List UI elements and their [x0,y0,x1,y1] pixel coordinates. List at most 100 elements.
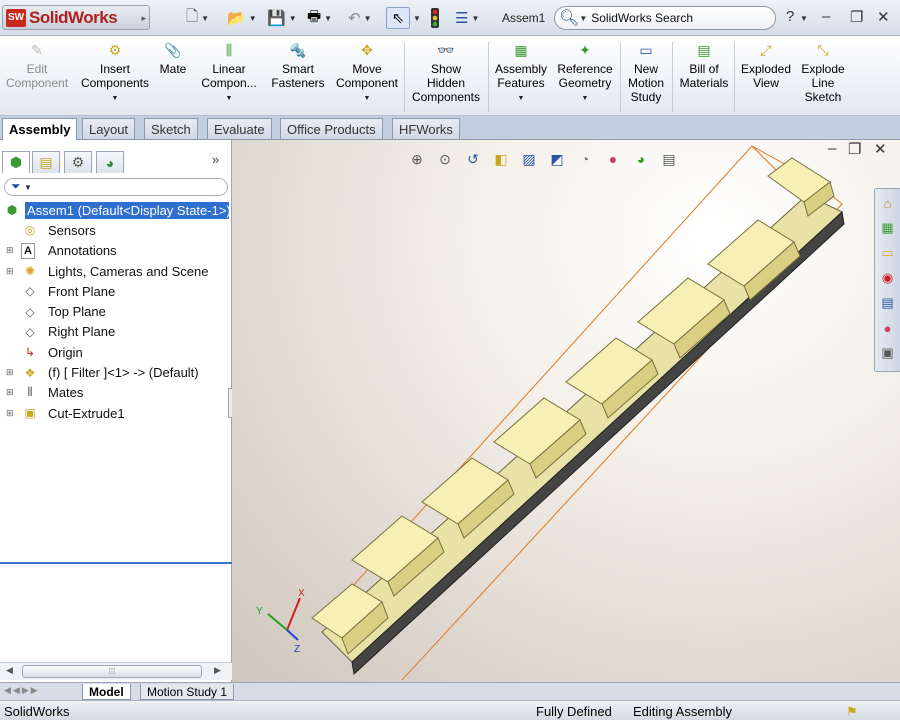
tree-node-origin[interactable]: ↳ Origin [0,342,232,362]
print-button[interactable]: 🖶 ▼ [307,7,332,29]
show-hidden-components-button[interactable]: 👓 Show Hidden Components [410,40,482,104]
new-document-button[interactable]: 🗋 ▼ [186,7,209,29]
tree-node-cut-extrude[interactable]: ⊞ ▣ Cut-Extrude1 [0,403,232,423]
apply-scene-icon[interactable]: ◕ [630,149,652,169]
select-button[interactable]: ⇖ [386,7,410,29]
smart-fasteners-button[interactable]: 🔩 Smart Fasteners [266,40,330,90]
graphics-restore-button[interactable]: ❐ [848,140,861,158]
divider [488,42,489,112]
help-button[interactable]: ? [786,8,794,25]
tab-assembly[interactable]: Assembly [2,118,78,140]
custom-properties-icon[interactable]: ▣ [877,342,899,364]
solidworks-menu-button[interactable]: SW SolidWorks ▸ [2,5,150,30]
insert-components-button[interactable]: ⚙ Insert Components ▼ [76,40,154,106]
assembly-model-view[interactable]: X Y Z [232,140,900,682]
tree-node-top-plane[interactable]: ◇ Top Plane [0,301,232,321]
chevron-down-icon: ▼ [225,95,233,102]
open-document-button[interactable]: 📂 ▼ [227,7,257,29]
tree-node-lights-cameras[interactable]: ⊞ ✺ Lights, Cameras and Scene [0,261,232,281]
tree-node-sensors[interactable]: ◎ Sensors [0,220,232,240]
graphics-area[interactable]: X Y Z ⊕ ⊙ ↺ ◧ ▨ ◩ ◔ ● ◕ ▤ – ❐ ✕ ⌂ ▦ ▭ ◉ … [232,140,900,682]
property-manager-tab[interactable]: ▤ [32,151,60,173]
tab-sketch[interactable]: Sketch [144,118,198,139]
view-orientation-icon[interactable]: ▨ [518,149,540,169]
exploded-view-button[interactable]: ⤢ Exploded View [738,40,794,90]
rebuild-button[interactable] [430,7,440,29]
move-component-button[interactable]: ✥ Move Component ▼ [334,40,400,106]
configuration-manager-tab[interactable]: ⚙ [64,151,92,173]
scroll-right-icon[interactable]: ▶ [214,665,221,676]
chevron-down-icon: ▼ [23,183,32,192]
tab-model[interactable]: Model [82,684,131,700]
feature-manager-panel: ⬢ ▤ ⚙ ◕ » ⏷ ▼ ⬢ Assem1 (Default<Display … [0,140,232,682]
zoom-to-fit-icon[interactable]: ⊕ [406,149,428,169]
tab-evaluate[interactable]: Evaluate [207,118,272,139]
linear-component-pattern-button[interactable]: ⫼ Linear Compon... ▼ [196,40,262,106]
close-button[interactable]: ✕ [877,8,890,26]
chevron-right-icon: ▸ [141,13,146,23]
expand-icon[interactable]: ⊞ [6,367,14,378]
tree-node-filter-component[interactable]: ⊞ ❖ (f) [ Filter ]<1> -> (Default) [0,362,232,382]
hide-show-items-icon[interactable]: ◔ [574,149,596,169]
feature-manager-tab[interactable]: ⬢ [2,151,30,173]
chevron-down-icon: ▼ [201,13,209,23]
expand-panel-icon[interactable]: » [212,152,219,167]
search-results-icon[interactable]: ◉ [877,267,899,289]
tab-navigation-icon[interactable]: ◀◀▶▶ [4,685,40,696]
rollback-bar[interactable] [0,562,232,564]
solidworks-search-input[interactable]: 🔍︎ ▼ SolidWorks Search [554,6,776,30]
tree-node-mates[interactable]: ⊞ ⫴ Mates [0,383,232,403]
restore-button[interactable]: ❐ [850,8,863,26]
tab-hfworks[interactable]: HFWorks [392,118,460,139]
tab-layout[interactable]: Layout [82,118,136,139]
expand-icon[interactable]: ⊞ [6,408,14,419]
section-view-icon[interactable]: ◧ [490,149,512,169]
view-settings-icon[interactable]: ▤ [658,149,680,169]
lights-icon: ✺ [24,264,36,279]
mate-button[interactable]: 📎 Mate [154,40,192,76]
tree-node-assembly[interactable]: ⬢ Assem1 (Default<Display State-1>) [0,200,232,220]
minimize-button[interactable]: – [822,8,830,25]
undo-button[interactable]: ↶ ▼ [348,7,372,29]
file-explorer-icon[interactable]: ▭ [877,242,899,264]
graphics-close-button[interactable]: ✕ [874,140,887,158]
explode-line-sketch-button[interactable]: ⤡ Explode Line Sketch [796,40,850,104]
graphics-minimize-button[interactable]: – [828,140,836,157]
plane-icon: ◇ [25,304,35,319]
edit-appearance-icon[interactable]: ● [602,149,624,169]
tab-office-products[interactable]: Office Products [280,118,383,139]
view-palette-icon[interactable]: ▤ [877,292,899,314]
linear-pattern-icon: ⫼ [225,42,233,58]
save-button[interactable]: 💾 ▼ [267,7,297,29]
scrollbar-thumb[interactable]: ⁞⁞⁞ [22,665,202,678]
tree-node-label: Right Plane [48,324,116,340]
horizontal-scrollbar[interactable]: ◀ ⁞⁞⁞ ▶ [0,662,232,680]
expand-icon[interactable]: ⊞ [6,245,14,256]
edit-component-button[interactable]: ✎ Edit Component [6,40,68,90]
expand-icon[interactable]: ⊞ [6,387,14,398]
assembly-features-button[interactable]: ▦ Assembly Features ▼ [492,40,550,106]
appearances-icon[interactable]: ● [877,317,899,339]
expand-icon[interactable]: ⊞ [6,266,14,277]
reference-geometry-button[interactable]: ✦ Reference Geometry ▼ [553,40,617,106]
edit-component-label: Edit Component [5,62,69,90]
previous-view-icon[interactable]: ↺ [462,149,484,169]
options-button[interactable]: ☰ ▼ [455,7,479,29]
display-style-icon[interactable]: ◩ [546,149,568,169]
select-dropdown[interactable]: ▼ [410,7,421,29]
show-hidden-label: Show Hidden Components [411,62,481,104]
tree-node-annotations[interactable]: ⊞ A Annotations [0,241,232,261]
feature-tree-filter[interactable]: ⏷ ▼ [4,178,228,196]
tab-motion-study-1[interactable]: Motion Study 1 [140,684,235,700]
rebuild-status-icon[interactable]: ⚑ [846,704,858,720]
tree-node-front-plane[interactable]: ◇ Front Plane [0,281,232,301]
display-manager-tab[interactable]: ◕ [96,151,124,173]
chevron-down-icon[interactable]: ▼ [800,14,808,23]
tree-node-right-plane[interactable]: ◇ Right Plane [0,322,232,342]
new-motion-study-button[interactable]: ▭ New Motion Study [624,40,668,104]
design-library-icon[interactable]: ▦ [877,217,899,239]
zoom-to-area-icon[interactable]: ⊙ [434,149,456,169]
bill-of-materials-button[interactable]: ▤ Bill of Materials [676,40,732,90]
scroll-left-icon[interactable]: ◀ [6,665,13,676]
solidworks-resources-icon[interactable]: ⌂ [877,192,899,214]
